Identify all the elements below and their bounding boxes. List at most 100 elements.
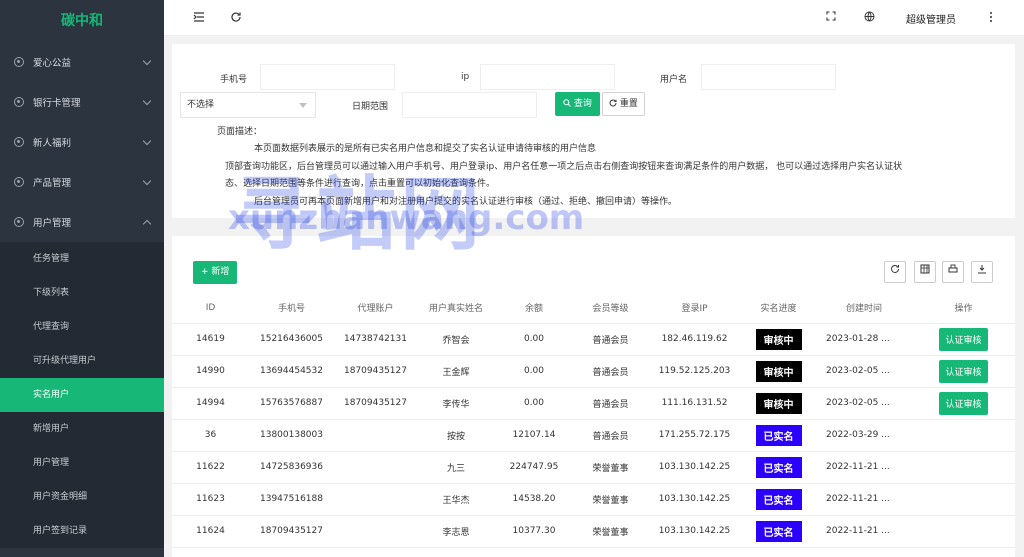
cell-created: 2022-03-29 ...	[816, 419, 912, 452]
chevron-down-icon	[142, 176, 152, 186]
column-header[interactable]: 实名进度	[741, 293, 816, 324]
sidebar-subitem-user-management[interactable]: 用户管理	[0, 446, 164, 480]
cell-id: 11623	[172, 483, 249, 516]
cell-created: 2022-11-21 ...	[816, 515, 912, 548]
add-user-button[interactable]: + 新增	[193, 261, 238, 284]
audit-button[interactable]: 认证审核	[939, 327, 988, 351]
gear-icon	[14, 57, 24, 67]
table-row[interactable]: 11623 13947516188 王华杰 14538.20 荣誉董事 103.…	[172, 483, 1015, 516]
cell-level: 荣誉董事	[573, 451, 648, 484]
status-badge: 审核中	[755, 328, 802, 350]
query-button[interactable]: 查询	[555, 92, 600, 116]
column-header[interactable]: 操作	[912, 293, 1015, 324]
table-row[interactable]: 14990 13694454532 18709435127 王金辉 0.00 普…	[172, 355, 1015, 388]
sidebar-item-label: 产品管理	[33, 178, 72, 189]
cell-ip: 171.255.72.175	[648, 419, 741, 452]
refresh-icon[interactable]	[229, 11, 243, 25]
column-header[interactable]: 余额	[495, 293, 573, 324]
table-row[interactable]: 36 13800138003 按按 12107.14 普通会员 171.255.…	[172, 419, 1015, 452]
cell-level: 普通会员	[573, 387, 648, 420]
column-header[interactable]: 登录IP	[648, 293, 741, 324]
cell-agent	[334, 451, 417, 484]
cell-action: 认证审核	[912, 355, 1015, 388]
columns-filter-icon[interactable]	[914, 261, 936, 283]
sidebar-subitem-subordinates[interactable]: 下级列表	[0, 276, 164, 310]
print-icon[interactable]	[942, 261, 964, 283]
column-header[interactable]: 手机号	[249, 293, 334, 324]
chevron-up-icon	[142, 219, 152, 229]
cell-status: 已实名	[741, 419, 816, 452]
sidebar-subitem-agent-query[interactable]: 代理查询	[0, 310, 164, 344]
reset-button[interactable]: 重置	[602, 92, 645, 116]
verify-status-select[interactable]: 不选择	[180, 92, 316, 118]
sidebar-subitem-add-user[interactable]: 新增用户	[0, 412, 164, 446]
cell-status: 审核中	[741, 355, 816, 388]
cell-phone: 13947516188	[249, 483, 334, 516]
search-panel: 手机号 ip 用户名 不选择 日期范围 查询 重置 页面描述： 本页面数据列表展…	[172, 44, 1015, 218]
ip-input[interactable]	[480, 64, 615, 90]
audit-button[interactable]: 认证审核	[939, 359, 988, 383]
cell-agent	[334, 515, 417, 548]
phone-input[interactable]	[260, 64, 395, 90]
sidebar-subitem-verified-users[interactable]: 实名用户	[0, 378, 164, 412]
sidebar-item-bankcard[interactable]: 银行卡管理	[0, 82, 164, 122]
sidebar-subitem-tasks[interactable]: 任务管理	[0, 242, 164, 276]
fullscreen-icon[interactable]	[824, 11, 838, 25]
cell-created: 2022-11-21 ...	[816, 483, 912, 516]
column-header[interactable]: 会员等级	[573, 293, 648, 324]
admin-name[interactable]: 超级管理员	[906, 11, 956, 26]
sidebar-item-label: 新人福利	[33, 138, 72, 149]
cell-ip: 103.130.142.25	[648, 451, 741, 484]
sidebar-item-label: 用户管理	[33, 218, 72, 229]
cell-created: 2022-11-21 ...	[816, 451, 912, 484]
cell-action: 认证审核	[912, 387, 1015, 420]
cell-ip: 103.130.142.25	[648, 515, 741, 548]
sidebar-item-newbie[interactable]: 新人福利	[0, 122, 164, 162]
refresh-table-icon[interactable]	[884, 261, 906, 283]
column-header[interactable]: 用户真实姓名	[417, 293, 495, 324]
cell-created: 2023-02-05 ...	[816, 387, 912, 420]
gear-icon	[14, 177, 24, 187]
gear-icon	[14, 217, 24, 227]
column-header[interactable]: 代理账户	[334, 293, 417, 324]
more-vertical-icon[interactable]	[984, 11, 998, 25]
refresh-icon	[609, 99, 617, 107]
table-row[interactable]: 11624 18709435127 李志恩 10377.30 荣誉董事 103.…	[172, 515, 1015, 548]
cell-agent: 18709435127	[334, 355, 417, 388]
export-icon[interactable]	[971, 261, 993, 283]
globe-icon[interactable]	[862, 11, 876, 25]
audit-button[interactable]: 认证审核	[939, 391, 988, 415]
cell-balance: 10377.30	[495, 515, 573, 548]
description-line: 态、选择日期范围等条件进行查询，点击重置可以初始化查询条件。	[225, 179, 496, 189]
table-row[interactable]: 11622 14725836936 九三 224747.95 荣誉董事 103.…	[172, 451, 1015, 484]
plus-icon: +	[201, 267, 209, 277]
username-input[interactable]	[701, 64, 836, 90]
sidebar-subitem-checkin-records[interactable]: 用户签到记录	[0, 514, 164, 548]
sidebar-subitem-upgradable-agents[interactable]: 可升级代理用户	[0, 344, 164, 378]
column-header[interactable]: ID	[172, 293, 249, 324]
sidebar-item-products[interactable]: 产品管理	[0, 162, 164, 202]
cell-agent: 14738742131	[334, 323, 417, 356]
sidebar-item-users[interactable]: 用户管理	[0, 202, 164, 242]
cell-status: 审核中	[741, 323, 816, 356]
cell-phone: 15763576887	[249, 387, 334, 420]
topbar: 超级管理员	[164, 0, 1024, 36]
table-row[interactable]: 14619 15216436005 14738742131 乔智会 0.00 普…	[172, 323, 1015, 356]
status-badge: 审核中	[755, 360, 802, 382]
sidebar-subitem-user-funds[interactable]: 用户资金明细	[0, 480, 164, 514]
cell-agent	[334, 419, 417, 452]
status-badge: 审核中	[755, 392, 802, 414]
cell-name: 李志恩	[417, 515, 495, 548]
cell-name: 李传华	[417, 387, 495, 420]
chevron-down-icon	[142, 96, 152, 106]
gear-icon	[14, 97, 24, 107]
sidebar-item-charity[interactable]: 爱心公益	[0, 42, 164, 82]
column-header[interactable]: 创建时间	[816, 293, 912, 324]
sidebar: 碳中和 爱心公益 银行卡管理 新人福利 产品管理 用户管理 任务管理 下级列表 …	[0, 0, 164, 557]
date-range-input[interactable]	[402, 92, 537, 118]
table-row[interactable]: 14994 15763576887 18709435127 李传华 0.00 普…	[172, 387, 1015, 420]
menu-collapse-icon[interactable]	[192, 11, 206, 25]
cell-phone: 13694454532	[249, 355, 334, 388]
cell-balance: 224747.95	[495, 451, 573, 484]
users-table: ID 手机号 代理账户 用户真实姓名 余额 会员等级 登录IP 实名进度 创建时…	[172, 293, 1015, 548]
